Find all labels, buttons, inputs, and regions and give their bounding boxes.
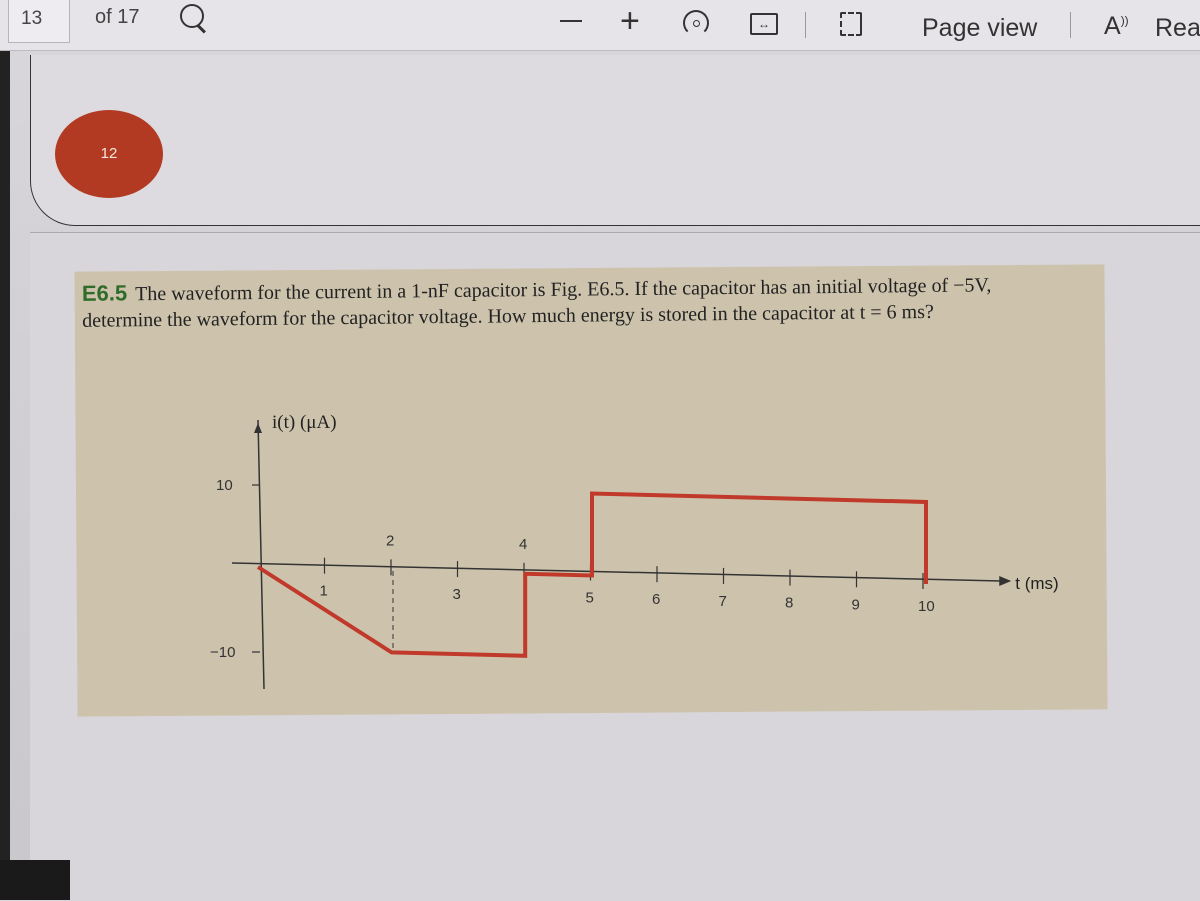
x-axis xyxy=(232,563,1001,581)
y-axis xyxy=(258,420,264,689)
y-axis-arrow xyxy=(254,423,262,433)
x-tick-label: 4 xyxy=(519,536,527,553)
monitor-stand xyxy=(0,860,70,900)
y-tick-label: −10 xyxy=(210,644,235,661)
x-tick-label: 5 xyxy=(586,590,594,607)
x-tick-label: 3 xyxy=(453,586,461,603)
x-tick-label: 7 xyxy=(719,593,727,610)
current-waveform-chart: 1 2 3 4 5 6 7 8 9 10 10 −10 i(t) (μA) t (ms) xyxy=(0,0,1200,900)
x-axis-label: t (ms) xyxy=(1015,574,1058,593)
x-tick-label: 10 xyxy=(918,598,935,615)
x-axis-arrow xyxy=(999,576,1011,586)
current-waveform-line xyxy=(258,494,926,656)
y-axis-label: i(t) (μA) xyxy=(272,412,337,433)
y-tick-label: 10 xyxy=(216,477,233,494)
x-tick-label: 1 xyxy=(320,583,328,600)
x-tick-label: 8 xyxy=(785,595,793,612)
x-tick-label: 9 xyxy=(852,596,860,613)
x-tick-label: 2 xyxy=(386,532,394,549)
x-tick-label: 6 xyxy=(652,591,660,608)
